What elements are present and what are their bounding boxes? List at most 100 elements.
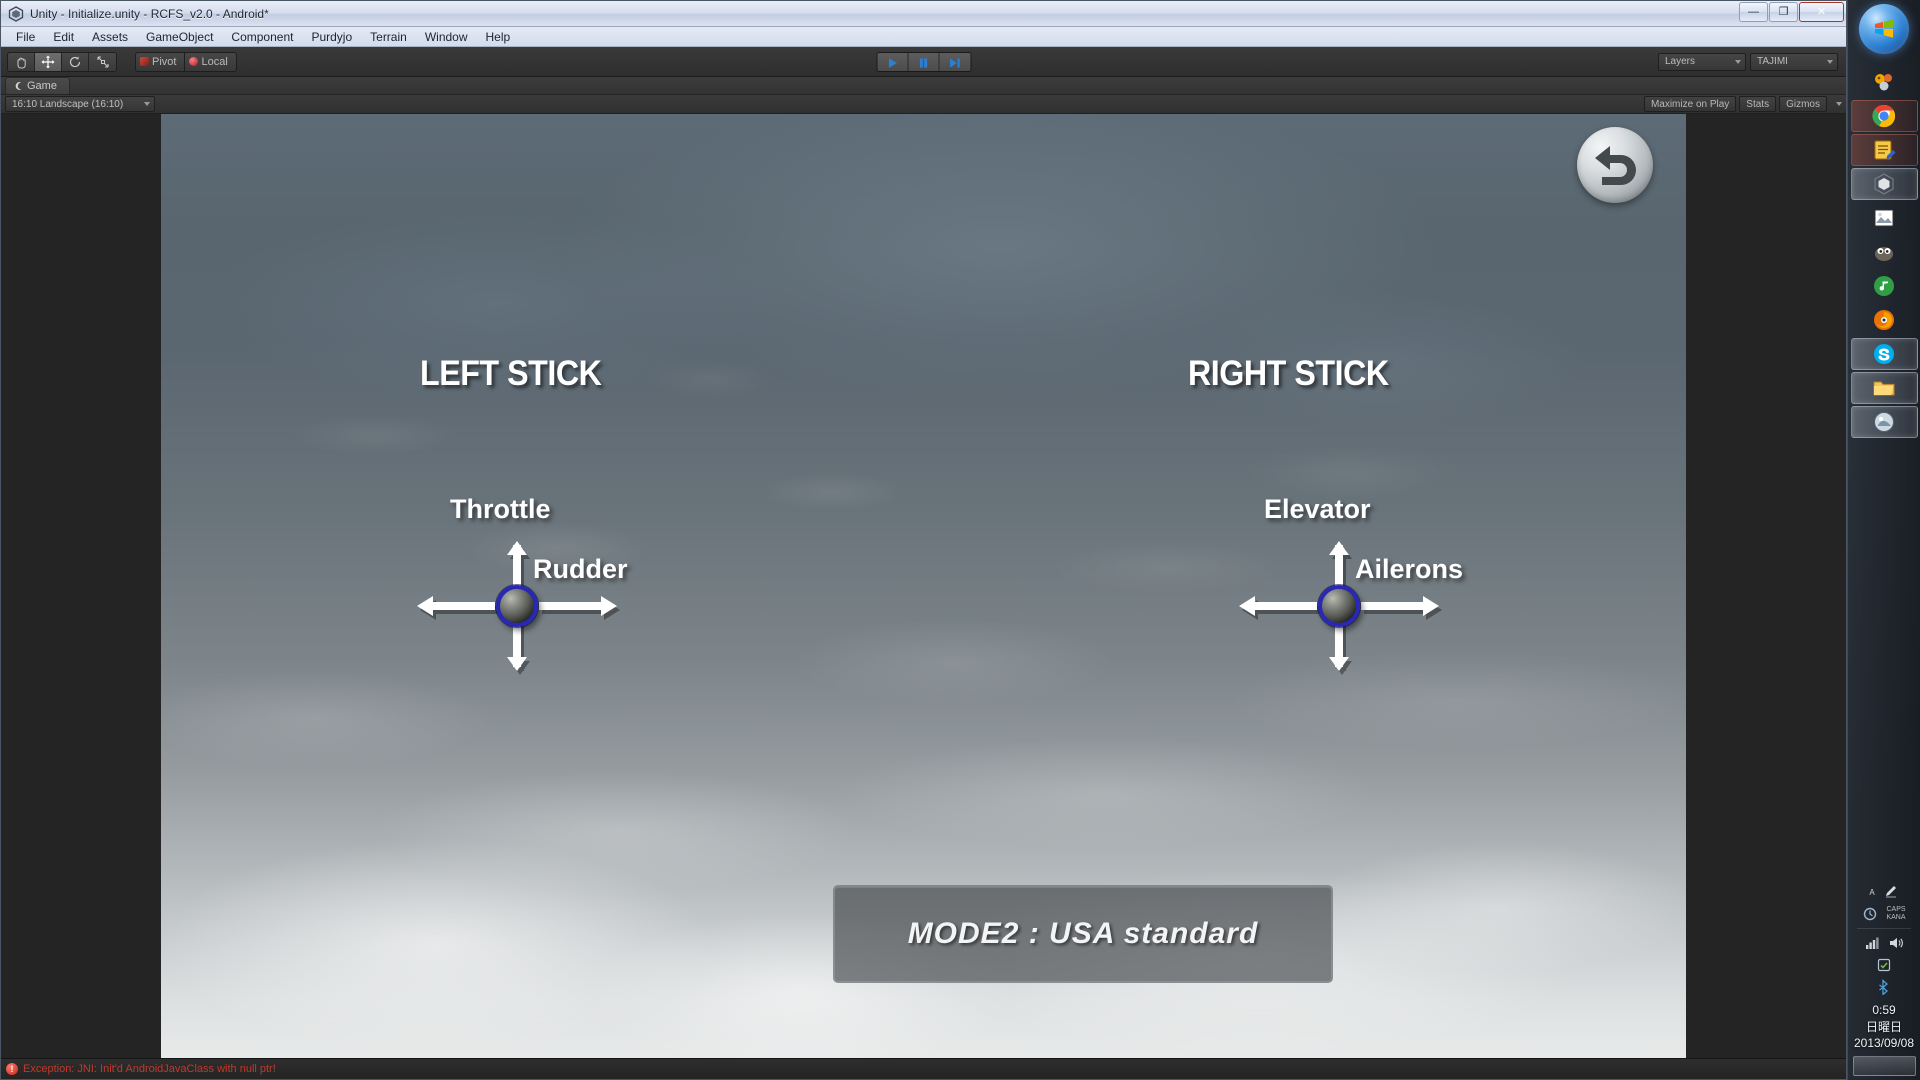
screen-root: Unity - Initialize.unity - RCFS_v2.0 - A…	[0, 0, 1920, 1080]
pivot-icon	[140, 57, 149, 66]
layers-dropdown[interactable]: Layers	[1658, 52, 1746, 71]
ime-tools-icon[interactable]	[1862, 906, 1878, 922]
minimize-button[interactable]: —	[1739, 2, 1768, 22]
gimp-icon	[1875, 247, 1893, 261]
taskbar-item-firefox[interactable]	[1851, 304, 1918, 336]
maximize-button[interactable]: ❐	[1769, 2, 1798, 22]
viewport-left-letterbox	[1, 114, 161, 1058]
taskbar-item-skype[interactable]	[1850, 338, 1918, 370]
mode-banner[interactable]: MODE2 : USA standard	[833, 885, 1333, 983]
right-stick-widget[interactable]	[1239, 541, 1442, 675]
layers-label: Layers	[1665, 56, 1696, 67]
taskbar-items	[1848, 66, 1920, 440]
game-view-toggles: Maximize on Play Stats Gizmos	[1643, 96, 1842, 112]
close-button[interactable]: ✕	[1799, 2, 1844, 22]
tray-bluetooth-row[interactable]	[1848, 976, 1920, 998]
left-stick-title: LEFT STICK	[420, 354, 602, 393]
hand-tool-icon[interactable]	[8, 52, 35, 71]
game-viewport[interactable]: LEFT STICK Throttle Rudder RIGHT STICK E…	[161, 114, 1686, 1058]
photo-app-icon	[1874, 412, 1894, 432]
local-label: Local	[201, 55, 228, 68]
taskbar-item-paint-tool[interactable]	[1851, 66, 1918, 98]
taskbar-item-photo-app[interactable]	[1850, 406, 1918, 438]
action-center-icon[interactable]	[1876, 957, 1892, 973]
left-stick-knob[interactable]	[496, 585, 538, 627]
clock-date: 2013/09/08	[1853, 1035, 1915, 1050]
play-button[interactable]	[877, 52, 908, 71]
ime-caps-kana-indicator[interactable]: CAPS KANA	[1886, 906, 1905, 922]
game-viewport-wrapper: LEFT STICK Throttle Rudder RIGHT STICK E…	[1, 114, 1846, 1058]
start-button[interactable]	[1859, 4, 1909, 54]
game-view-toolbar: 16:10 Landscape (16:10) Maximize on Play…	[1, 95, 1846, 114]
left-stick-widget[interactable]	[417, 541, 620, 675]
menu-file[interactable]: File	[7, 28, 44, 46]
menu-terrain[interactable]: Terrain	[361, 28, 416, 46]
menu-gameobject[interactable]: GameObject	[137, 28, 222, 46]
move-tool-icon[interactable]	[35, 52, 62, 71]
throttle-label: Throttle	[450, 494, 551, 524]
error-badge-icon: !	[6, 1063, 18, 1075]
right-stick-knob[interactable]	[1318, 585, 1360, 627]
menubar: File Edit Assets GameObject Component Pu…	[1, 27, 1846, 47]
step-button[interactable]	[939, 52, 970, 71]
ime-mode-label: A	[1869, 887, 1875, 897]
status-error-message: Exception: JNI: Init'd AndroidJavaClass …	[23, 1063, 276, 1075]
aspect-ratio-label: 16:10 Landscape (16:10)	[12, 98, 124, 110]
gizmos-chevron-icon[interactable]	[1836, 102, 1842, 106]
window-controls: — ❐ ✕	[1739, 2, 1844, 22]
chrome-icon	[1872, 104, 1896, 128]
taskbar-item-google-chrome[interactable]	[1850, 100, 1918, 132]
aspect-ratio-dropdown[interactable]: 16:10 Landscape (16:10)	[5, 96, 155, 112]
tab-game-label: Game	[27, 80, 57, 92]
tray-network-volume-row[interactable]	[1848, 932, 1920, 954]
back-arrow-button[interactable]	[1577, 127, 1653, 203]
image-viewer-icon	[1874, 209, 1894, 227]
menu-window[interactable]: Window	[416, 28, 477, 46]
tab-game[interactable]: Game	[5, 77, 70, 94]
ime-indicator-row[interactable]: A	[1848, 881, 1920, 903]
taskbar-item-media-player[interactable]	[1851, 270, 1918, 302]
status-bar[interactable]: ! Exception: JNI: Init'd AndroidJavaClas…	[1, 1058, 1846, 1079]
taskbar-item-file-explorer[interactable]	[1850, 372, 1918, 404]
taskbar-clock[interactable]: 0:59 日曜日 2013/09/08	[1854, 998, 1914, 1053]
taskbar-item-unity[interactable]	[1850, 168, 1918, 200]
tray-extra-row[interactable]	[1848, 954, 1920, 976]
notepad-icon	[1874, 140, 1896, 160]
clock-day: 日曜日	[1865, 1019, 1902, 1034]
menu-component[interactable]: Component	[222, 28, 302, 46]
menu-assets[interactable]: Assets	[83, 28, 137, 46]
gizmos-button[interactable]: Gizmos	[1779, 96, 1827, 112]
volume-icon[interactable]	[1888, 935, 1904, 951]
menu-edit[interactable]: Edit	[44, 28, 83, 46]
taskbar-item-notepad-editor[interactable]	[1850, 134, 1918, 166]
kana-label: KANA	[1886, 914, 1906, 922]
menu-purdyjo[interactable]: Purdyjo	[302, 28, 361, 46]
window-titlebar: Unity - Initialize.unity - RCFS_v2.0 - A…	[1, 1, 1846, 27]
menu-help[interactable]: Help	[477, 28, 520, 46]
unity-logo-icon	[7, 5, 25, 23]
rotate-tool-icon[interactable]	[62, 52, 89, 71]
taskbar-item-gimp[interactable]	[1851, 236, 1918, 268]
taskbar-item-image-viewer[interactable]	[1851, 202, 1918, 234]
firefox-icon	[1874, 310, 1894, 330]
scale-tool-icon[interactable]	[89, 52, 116, 71]
layout-dropdown[interactable]: TAJIMI	[1750, 52, 1838, 71]
transform-tool-group	[7, 51, 117, 72]
network-signal-icon[interactable]	[1864, 935, 1880, 951]
caps-label: CAPS	[1886, 906, 1906, 914]
windows-taskbar: A CAPS KANA 0:59 日曜日 2013/09/08	[1847, 0, 1920, 1080]
pivot-mode-group: Pivot Local	[135, 51, 237, 72]
pause-button[interactable]	[908, 52, 939, 71]
stats-button[interactable]: Stats	[1739, 96, 1777, 112]
folder-icon	[1873, 381, 1895, 396]
chevron-down-icon	[144, 102, 150, 106]
maximize-on-play-button[interactable]: Maximize on Play	[1643, 96, 1737, 112]
pivot-toggle[interactable]: Pivot	[135, 51, 185, 72]
bluetooth-icon[interactable]	[1876, 979, 1892, 996]
paint-tool-icon	[1875, 74, 1892, 91]
local-toggle[interactable]: Local	[184, 51, 237, 72]
ime-mode-indicator[interactable]: A	[1869, 888, 1874, 897]
ime-status-row[interactable]: CAPS KANA	[1848, 903, 1920, 925]
show-desktop-button[interactable]	[1852, 1056, 1916, 1076]
ime-pencil-icon[interactable]	[1883, 884, 1899, 900]
